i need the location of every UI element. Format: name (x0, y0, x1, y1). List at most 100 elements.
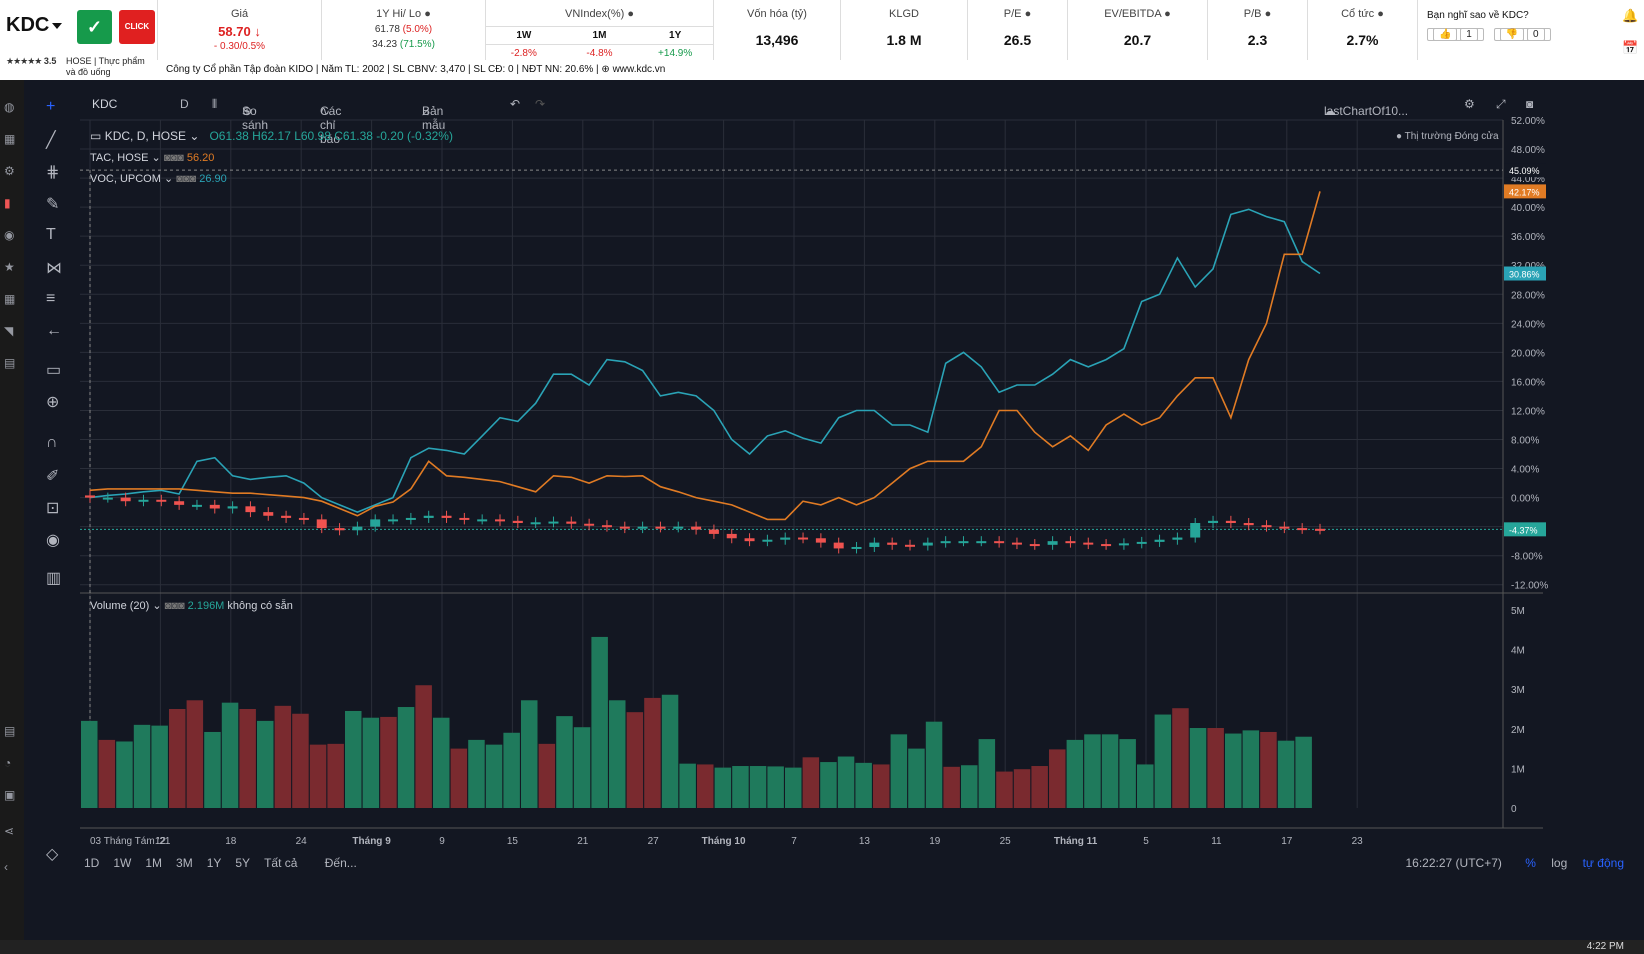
volume-bar (1277, 740, 1295, 808)
volume-bar (1119, 739, 1136, 808)
voc-legend-label[interactable]: VOC, UPCOM (90, 173, 161, 185)
candle-body (691, 526, 702, 530)
vnindex-label: VNIndex(%) ● (486, 8, 713, 20)
range-3m[interactable]: 3M (176, 856, 193, 870)
volume-bar (591, 636, 608, 808)
candle-body (619, 526, 630, 529)
range-selector: 1D 1W 1M 3M 1Y 5Y Tất cả Đến... (84, 856, 371, 870)
volume-bar (644, 697, 661, 808)
chevron-down-icon[interactable] (52, 23, 62, 29)
vote-label: Bạn nghĩ sao về KDC? (1427, 10, 1529, 21)
volume-bar (485, 744, 503, 808)
ohlc-values: O61.38 H62.17 L60.98 C61.38 -0.20 (-0.32… (209, 129, 453, 143)
range-1w[interactable]: 1W (113, 856, 131, 870)
volume-bar (1207, 728, 1224, 808)
volume-tick-label: 3M (1511, 685, 1525, 696)
candle-body (1047, 541, 1058, 545)
tac-price-label: 42.17% (1509, 187, 1540, 197)
info-icon[interactable]: ● (1025, 8, 1032, 20)
candle-body (1083, 542, 1094, 545)
info-icon[interactable]: ● (1377, 8, 1384, 20)
y-tick-label: 24.00% (1511, 319, 1545, 330)
info-icon[interactable]: ● (424, 8, 431, 20)
candle-body (102, 497, 113, 500)
chevron-down-icon: ⌄ (189, 129, 200, 143)
volume-bar (767, 766, 784, 808)
volume-bar (1031, 766, 1048, 808)
main-legend-symbol[interactable]: KDC, D, HOSE (105, 129, 186, 143)
candle-body (1011, 542, 1022, 545)
volume-legend[interactable]: Volume (20) ⌄ ◙◙◙ 2.196M không có sẵn (90, 599, 293, 612)
tac-line (89, 191, 1321, 521)
chart-footer-right: 16:22:27 (UTC+7) % log tự động (1405, 856, 1624, 870)
header-right-icons: 🔔 📅 (1622, 8, 1642, 56)
vnindex-label-text: VNIndex(%) (564, 8, 625, 20)
info-icon[interactable]: ● (1164, 8, 1171, 20)
calendar-icon[interactable]: 📅 (1622, 40, 1642, 56)
auto-toggle[interactable]: tự động (1583, 856, 1624, 870)
chevron-down-icon: ⌄ (152, 600, 162, 612)
candle-body (405, 517, 416, 520)
dividend-col: Cổ tức ● 2.7% (1307, 0, 1417, 60)
candle-body (423, 515, 434, 518)
volume-bar (274, 705, 292, 808)
trend-up-icon[interactable]: ✓ (77, 10, 112, 44)
rating-value: 3.5 (43, 56, 57, 66)
volume-legend-na: không có sẵn (227, 600, 293, 612)
range-5y[interactable]: 5Y (235, 856, 250, 870)
volume-bar (81, 720, 98, 808)
kdc-price-label: -4.37% (1509, 525, 1538, 535)
volume-bar (292, 713, 309, 808)
voc-legend-value: 26.90 (199, 173, 227, 185)
range-1d[interactable]: 1D (84, 856, 99, 870)
ticker-symbol[interactable]: KDC (6, 14, 49, 37)
range-1m[interactable]: 1M (145, 856, 162, 870)
volume-bar (697, 764, 714, 808)
candle-body (477, 519, 488, 522)
volume-legend-label[interactable]: Volume (20) (90, 600, 149, 612)
sector-line2: và đồ uống (66, 67, 111, 77)
chart-window: ◍ ▦ ⚙ ▮ ◉ ★ ▦ ◥ ▤ ▤ ◔ ▣ ⋖ ‹ + ╱ ⋕ ✎ T ⋈ … (0, 80, 1644, 940)
price-col: Giá 58.70 ↓ - 0.30/0.5% (157, 0, 321, 60)
goto-date-button[interactable]: Đến... (325, 856, 357, 870)
candle-body (370, 519, 381, 527)
range-all[interactable]: Tất cả (264, 856, 297, 870)
percent-toggle[interactable]: % (1525, 856, 1536, 870)
legend-controls-icon[interactable]: ◙◙◙ (165, 600, 185, 612)
tac-legend[interactable]: TAC, HOSE ⌄ ◙◙◙ 56.20 (90, 151, 214, 164)
x-tick-label: 5 (1143, 836, 1149, 847)
bell-icon[interactable]: 🔔 (1622, 8, 1642, 24)
log-toggle[interactable]: log (1551, 856, 1567, 870)
main-legend[interactable]: ▭ KDC, D, HOSE ⌄ O61.38 H62.17 L60.98 C6… (90, 129, 453, 143)
volume-tick-label: 0 (1511, 804, 1517, 815)
legend-controls-icon[interactable]: ◙◙◙ (164, 152, 184, 164)
market-status-text: Thị trường Đóng cửa (1404, 131, 1499, 142)
tac-legend-label[interactable]: TAC, HOSE (90, 152, 148, 164)
vn-value-1w: -2.8% (486, 44, 562, 62)
volume-bar (714, 767, 732, 808)
voc-line (89, 208, 1321, 513)
ticker-box[interactable]: KDC ✓ CLICK ★★★★★ 3.5 HOSE | Thực phẩm và… (0, 0, 165, 80)
thumbs-up-button[interactable]: 👍 1 (1427, 28, 1484, 41)
price-chart[interactable]: 52.00%48.00%44.00%40.00%36.00%32.00%28.0… (0, 80, 1644, 940)
candle-body (798, 537, 809, 540)
range-1y[interactable]: 1Y (207, 856, 222, 870)
volume-bar (98, 739, 116, 808)
legend-controls-icon[interactable]: ◙◙◙ (176, 173, 196, 185)
y-tick-label: 8.00% (1511, 436, 1539, 447)
candle-body (922, 542, 933, 546)
os-taskbar: 4:22 PM (0, 940, 1644, 954)
volume-legend-value: 2.196M (187, 600, 225, 612)
voc-legend[interactable]: VOC, UPCOM ⌄ ◙◙◙ 26.90 (90, 172, 227, 185)
candle-body (708, 529, 719, 534)
thumbs-down-button[interactable]: 👎 0 (1493, 28, 1551, 41)
candle-body (744, 538, 755, 542)
candle-body (495, 519, 505, 522)
info-icon[interactable]: ● (1265, 8, 1272, 20)
info-icon[interactable]: ● (627, 8, 634, 20)
volume-bar (679, 763, 696, 808)
vote-up-count: 1 (1460, 28, 1478, 41)
volume-bar (116, 741, 133, 808)
click-badge[interactable]: CLICK (119, 10, 155, 44)
stock-header: KDC ✓ CLICK ★★★★★ 3.5 HOSE | Thực phẩm và… (0, 0, 1644, 80)
